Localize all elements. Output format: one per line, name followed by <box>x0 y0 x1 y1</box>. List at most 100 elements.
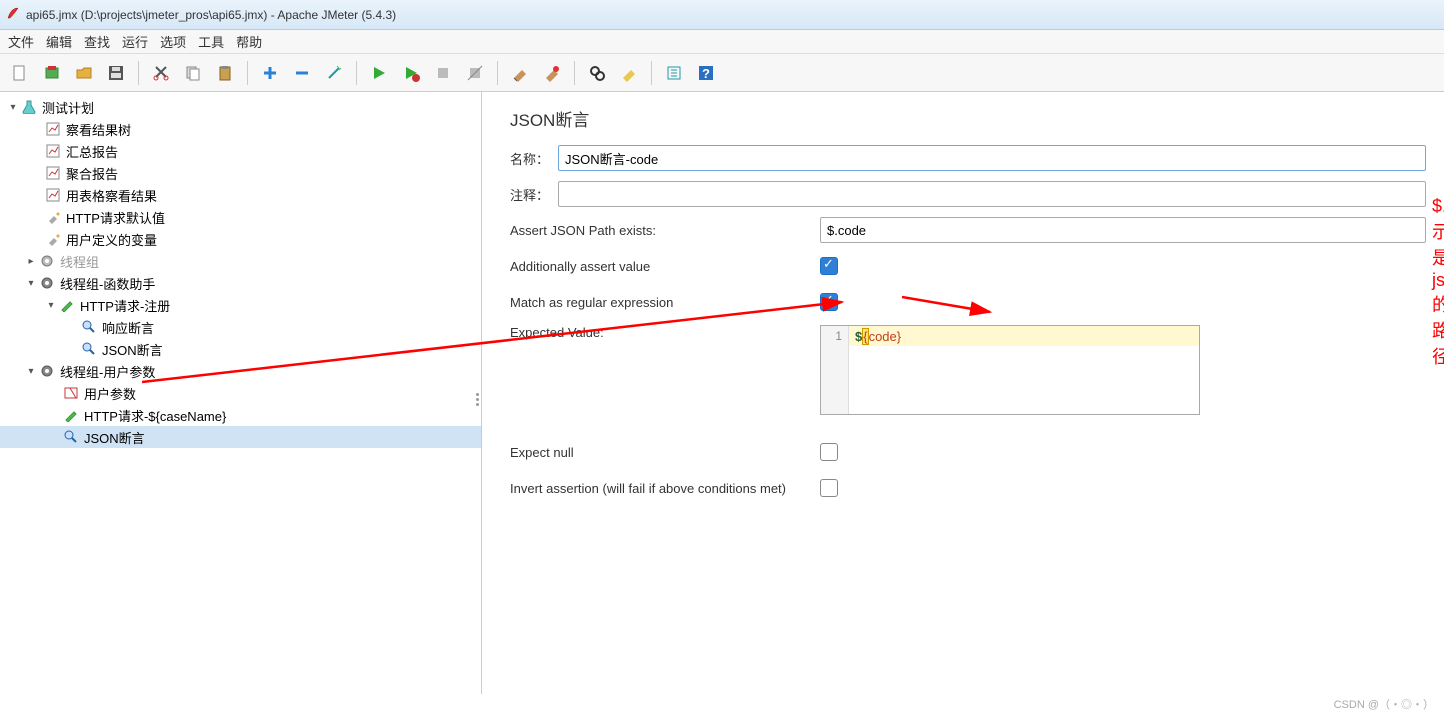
tree-label: HTTP请求-注册 <box>80 296 170 315</box>
tree-item[interactable]: HTTP请求默认值 <box>0 206 481 228</box>
menu-edit[interactable]: 编辑 <box>46 32 72 51</box>
tree-root[interactable]: ▾ 测试计划 <box>0 96 481 118</box>
menu-file[interactable]: 文件 <box>8 32 34 51</box>
separator <box>356 61 357 85</box>
shutdown-button[interactable] <box>461 59 489 87</box>
match-regex-checkbox[interactable] <box>820 293 838 311</box>
stop-button[interactable] <box>429 59 457 87</box>
expand-icon[interactable]: ▾ <box>44 300 58 311</box>
tree-label: 察看结果树 <box>66 120 131 139</box>
expect-null-label: Expect null <box>510 445 820 460</box>
remove-button[interactable] <box>288 59 316 87</box>
window-title: api65.jmx (D:\projects\jmeter_pros\api65… <box>26 8 396 22</box>
gear-icon <box>38 364 56 378</box>
tree-label: 用户定义的变量 <box>66 230 157 249</box>
new-button[interactable] <box>6 59 34 87</box>
tree-label: JSON断言 <box>102 340 163 359</box>
open-button[interactable] <box>70 59 98 87</box>
magnifier-icon <box>80 320 98 334</box>
report-icon <box>44 166 62 180</box>
tool-icon <box>44 210 62 224</box>
comment-label: 注释： <box>510 185 558 204</box>
tree-label: 线程组-用户参数 <box>60 362 155 381</box>
tree-label: 测试计划 <box>42 98 94 117</box>
menu-options[interactable]: 选项 <box>160 32 186 51</box>
tree-response-assertion[interactable]: 响应断言 <box>0 316 481 338</box>
tree-user-params[interactable]: 用户参数 <box>0 382 481 404</box>
additionally-checkbox[interactable] <box>820 257 838 275</box>
tool-icon <box>44 232 62 246</box>
gear-icon <box>38 276 56 290</box>
tree-json-assertion-selected[interactable]: JSON断言 <box>0 426 481 448</box>
tree-label: 聚合报告 <box>66 164 118 183</box>
tree-threadgroup3[interactable]: ▾ 线程组-用户参数 <box>0 360 481 382</box>
report-icon <box>44 188 62 202</box>
expand-icon[interactable]: ▾ <box>6 102 20 113</box>
report-icon <box>44 122 62 136</box>
tree-label: 线程组-函数助手 <box>60 274 155 293</box>
menu-help[interactable]: 帮助 <box>236 32 262 51</box>
tree-item[interactable]: 察看结果树 <box>0 118 481 140</box>
additionally-label: Additionally assert value <box>510 259 820 274</box>
expect-null-checkbox[interactable] <box>820 443 838 461</box>
save-button[interactable] <box>102 59 130 87</box>
expected-value-editor[interactable]: 1 ${code} <box>820 325 1200 415</box>
templates-button[interactable] <box>38 59 66 87</box>
search-button[interactable] <box>583 59 611 87</box>
menubar: 文件 编辑 查找 运行 选项 工具 帮助 <box>0 30 1444 54</box>
titlebar: api65.jmx (D:\projects\jmeter_pros\api65… <box>0 0 1444 30</box>
run-button[interactable] <box>365 59 393 87</box>
menu-tools[interactable]: 工具 <box>198 32 224 51</box>
assert-path-input[interactable] <box>820 217 1426 243</box>
function-helper-button[interactable] <box>660 59 688 87</box>
copy-button[interactable] <box>179 59 207 87</box>
flask-icon <box>20 100 38 114</box>
tree-http-request-case[interactable]: HTTP请求-${caseName} <box>0 404 481 426</box>
annotation-json-path: $.表示是json的路径 <box>1432 192 1444 369</box>
menu-search[interactable]: 查找 <box>84 32 110 51</box>
tree-item[interactable]: 汇总报告 <box>0 140 481 162</box>
tree-label: HTTP请求-${caseName} <box>84 406 226 425</box>
expand-icon[interactable]: ▾ <box>24 366 38 377</box>
separator <box>497 61 498 85</box>
expand-icon[interactable]: ▾ <box>24 278 38 289</box>
separator <box>247 61 248 85</box>
tree-threadgroup2[interactable]: ▾ 线程组-函数助手 <box>0 272 481 294</box>
clear-search-button[interactable] <box>615 59 643 87</box>
add-button[interactable] <box>256 59 284 87</box>
tree-threadgroup1[interactable]: ▸线程组 <box>0 250 481 272</box>
name-input[interactable] <box>558 145 1426 171</box>
run-no-pause-button[interactable] <box>397 59 425 87</box>
app-icon <box>6 6 20 23</box>
menu-run[interactable]: 运行 <box>122 32 148 51</box>
expected-label: Expected Value: <box>510 325 820 340</box>
tree-json-assertion[interactable]: JSON断言 <box>0 338 481 360</box>
tree-label: 响应断言 <box>102 318 154 337</box>
tree-label: 用表格察看结果 <box>66 186 157 205</box>
tree-item[interactable]: 聚合报告 <box>0 162 481 184</box>
main-area: ▾ 测试计划 察看结果树 汇总报告 聚合报告 用表格察看结果 HTTP请求默认值… <box>0 92 1444 694</box>
separator <box>574 61 575 85</box>
gear-icon <box>38 254 56 268</box>
tree-http-request[interactable]: ▾ HTTP请求-注册 <box>0 294 481 316</box>
clear1-button[interactable] <box>506 59 534 87</box>
invert-checkbox[interactable] <box>820 479 838 497</box>
report-icon <box>44 144 62 158</box>
splitter-grip[interactable] <box>476 393 479 406</box>
wand-button[interactable] <box>320 59 348 87</box>
panel-title: JSON断言 <box>510 106 1426 131</box>
paste-button[interactable] <box>211 59 239 87</box>
clear2-button[interactable] <box>538 59 566 87</box>
svg-text:?: ? <box>702 66 710 81</box>
cut-button[interactable] <box>147 59 175 87</box>
help-button[interactable]: ? <box>692 59 720 87</box>
code-content[interactable]: ${code} <box>849 326 1199 414</box>
tree-item[interactable]: 用户定义的变量 <box>0 228 481 250</box>
expand-icon[interactable]: ▸ <box>24 256 38 267</box>
tree-item[interactable]: 用表格察看结果 <box>0 184 481 206</box>
match-regex-label: Match as regular expression <box>510 295 820 310</box>
tree-label: JSON断言 <box>84 428 145 447</box>
magnifier-icon <box>62 430 80 444</box>
comment-input[interactable] <box>558 181 1426 207</box>
line-number: 1 <box>821 326 849 414</box>
